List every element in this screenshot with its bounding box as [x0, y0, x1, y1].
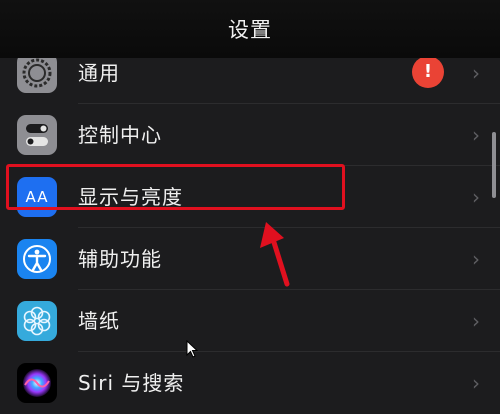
control-center-icon — [17, 115, 57, 155]
chevron-right-icon: › — [472, 185, 480, 209]
gear-icon — [17, 53, 57, 93]
notification-badge: ! — [412, 56, 444, 88]
settings-row-control-center[interactable]: 控制中心 › — [0, 104, 500, 166]
chevron-right-icon: › — [472, 371, 480, 395]
settings-row-label: 墙纸 — [78, 309, 120, 333]
display-brightness-icon: AA — [17, 177, 57, 217]
settings-row-label: 显示与亮度 — [78, 185, 183, 209]
settings-row-label: 控制中心 — [78, 123, 162, 147]
scrollbar[interactable] — [492, 132, 496, 198]
settings-row-label: 辅助功能 — [78, 247, 162, 271]
chevron-right-icon: › — [472, 309, 480, 333]
wallpaper-icon — [17, 301, 57, 341]
page-title: 设置 — [228, 18, 272, 42]
mouse-pointer-icon — [186, 340, 199, 358]
accessibility-icon — [17, 239, 57, 279]
settings-row-siri-search[interactable]: Siri 与搜索 › — [0, 352, 500, 414]
settings-row-wallpaper[interactable]: 墙纸 › — [0, 290, 500, 352]
chevron-right-icon: › — [472, 247, 480, 271]
chevron-right-icon: › — [472, 123, 480, 147]
navigation-bar: 设置 — [0, 0, 500, 58]
settings-row-label: Siri 与搜索 — [78, 371, 185, 395]
annotation-arrow-icon — [260, 222, 290, 287]
siri-icon — [17, 363, 57, 403]
